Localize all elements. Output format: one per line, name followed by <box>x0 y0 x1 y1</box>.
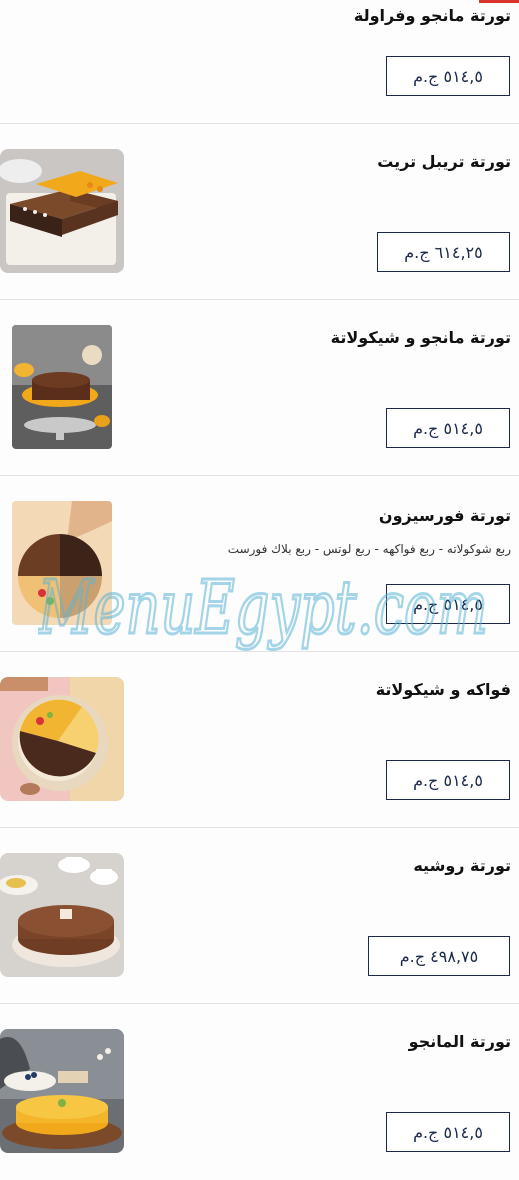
fruit-chocolate-cake-photo[interactable] <box>0 677 124 801</box>
rocher-cake-photo[interactable] <box>0 853 124 977</box>
menu-item-rocher[interactable]: تورتة روشيه ٤٩٨,٧٥ ج.م <box>0 828 519 1003</box>
price-button[interactable]: ٥١٤,٥ ج.م <box>386 408 510 448</box>
price-button[interactable]: ٥١٤,٥ ج.م <box>386 56 510 96</box>
price-button[interactable]: ٥١٤,٥ ج.م <box>386 584 510 624</box>
menu-item-fruit-chocolate[interactable]: فواكه و شيكولاتة ٥١٤,٥ ج.م <box>0 652 519 827</box>
item-description: ربع شوكولاته - ربع فواكهه - ربع لوتس - ر… <box>227 542 511 556</box>
item-title: تورتة مانجو وفراولة <box>353 6 511 25</box>
item-title: تورتة روشيه <box>413 856 511 875</box>
item-title: تورتة تريبل تريت <box>377 152 511 171</box>
menu-item-four-season[interactable]: تورتة فورسيزون ربع شوكولاته - ربع فواكهه… <box>0 476 519 651</box>
mango-chocolate-cake-photo[interactable] <box>12 325 112 449</box>
price-button[interactable]: ٤٩٨,٧٥ ج.م <box>368 936 510 976</box>
item-title: تورتة مانجو و شيكولاتة <box>330 328 511 347</box>
item-title: فواكه و شيكولاتة <box>375 680 511 699</box>
four-season-cake-photo[interactable] <box>12 501 112 625</box>
price-button[interactable]: ٦١٤,٢٥ ج.م <box>377 232 510 272</box>
price-button[interactable]: ٥١٤,٥ ج.م <box>386 760 510 800</box>
triple-treat-cake-photo[interactable] <box>0 149 124 273</box>
item-title: تورتة المانجو <box>408 1032 511 1051</box>
menu-item-mango[interactable]: تورتة المانجو ٥١٤,٥ ج.م <box>0 1004 519 1180</box>
mango-cake-photo[interactable] <box>0 1029 124 1153</box>
menu-item-mango-chocolate[interactable]: تورتة مانجو و شيكولاتة ٥١٤,٥ ج.م <box>0 300 519 475</box>
menu-item-mango-strawberry[interactable]: تورتة مانجو وفراولة ٥١٤,٥ ج.م <box>0 0 519 123</box>
item-title: تورتة فورسيزون <box>378 506 511 525</box>
menu-item-triple-treat[interactable]: تورتة تريبل تريت ٦١٤,٢٥ ج.م <box>0 124 519 299</box>
price-button[interactable]: ٥١٤,٥ ج.م <box>386 1112 510 1152</box>
